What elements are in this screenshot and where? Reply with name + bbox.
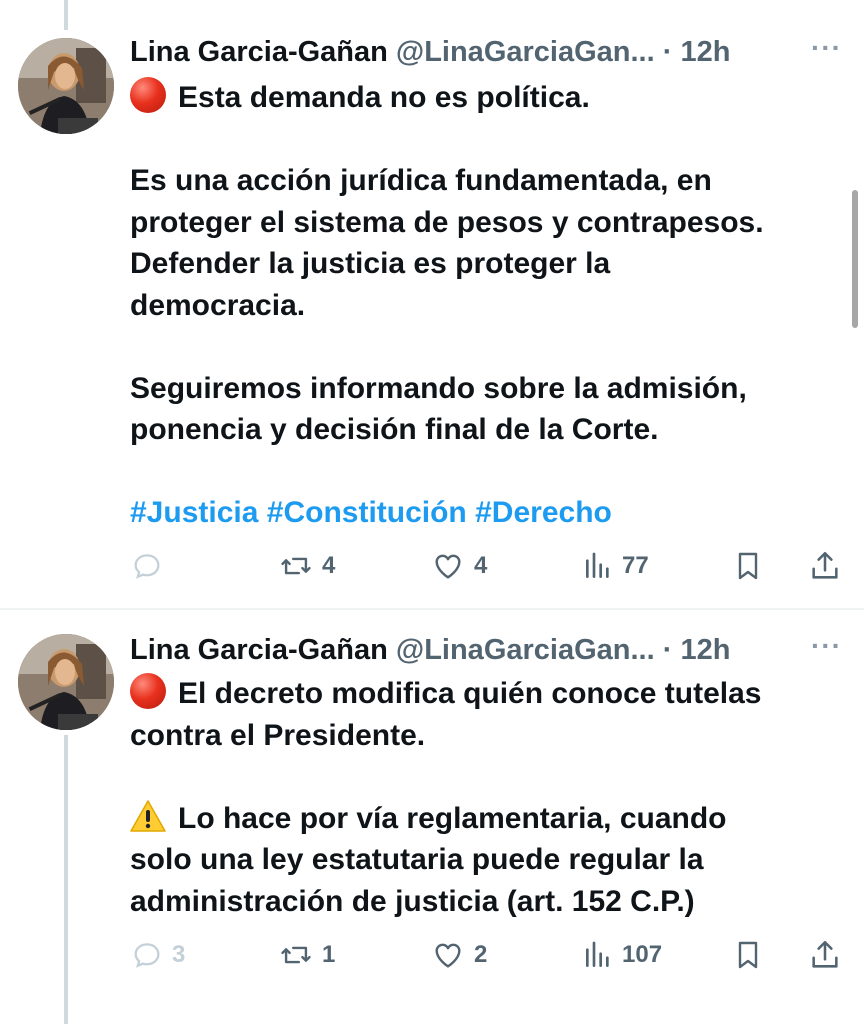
tweet[interactable]: Lina Garcia-Gañan @LinaGarciaGan... · 12… bbox=[0, 630, 864, 1024]
reply-count: 3 bbox=[172, 941, 186, 968]
tweet-line: administración de justicia (art. 152 C.P… bbox=[130, 884, 695, 918]
views-count: 107 bbox=[622, 941, 663, 968]
tweet-line: Lo hace por vía reglamentaria, cuando bbox=[178, 801, 727, 835]
repost-button[interactable]: 1 bbox=[278, 935, 335, 975]
author-handle[interactable]: @LinaGarciaGan... bbox=[396, 36, 655, 68]
bookmark-icon bbox=[738, 941, 758, 969]
heart-icon bbox=[435, 554, 461, 579]
views-chart-icon bbox=[586, 552, 609, 578]
views-button[interactable]: 107 bbox=[582, 935, 662, 975]
hashtag-link[interactable]: #Constitución bbox=[267, 496, 467, 529]
tweet-time[interactable]: 12h bbox=[680, 36, 730, 68]
tweet-header: Lina Garcia-Gañan @LinaGarciaGan... · 12… bbox=[130, 32, 864, 72]
reply-icon bbox=[134, 943, 160, 968]
avatar[interactable] bbox=[18, 634, 114, 730]
views-chart-icon bbox=[586, 941, 609, 967]
reply-button[interactable] bbox=[130, 546, 172, 586]
like-count: 2 bbox=[474, 941, 488, 968]
reply-button[interactable]: 3 bbox=[130, 935, 185, 975]
like-button[interactable]: 2 bbox=[430, 935, 487, 975]
author-name[interactable]: Lina Garcia-Gañan bbox=[130, 36, 388, 68]
tweet-line: Defender la justicia es proteger la bbox=[130, 247, 611, 280]
tweet-line: El decreto modifica quién conoce tutelas bbox=[178, 677, 762, 710]
like-count: 4 bbox=[474, 552, 488, 579]
tweet-line: democracia. bbox=[130, 288, 306, 322]
tweet-header: Lina Garcia-Gañan @LinaGarciaGan... · 12… bbox=[130, 630, 864, 670]
tweet-line: Esta demanda no es política. bbox=[178, 81, 590, 114]
tweet-time-separator: · bbox=[654, 36, 681, 68]
reply-icon bbox=[134, 554, 160, 579]
repost-icon bbox=[281, 557, 311, 575]
tweet-actions: 3 1 2 107 bbox=[130, 935, 846, 975]
views-button[interactable]: 77 bbox=[582, 546, 649, 586]
red-circle-emoji-icon bbox=[130, 673, 166, 709]
tweet-text: El decreto modifica quién conoce tutelas… bbox=[130, 673, 830, 922]
repost-count: 1 bbox=[322, 941, 336, 968]
hashtags: #Justicia #Constitución #Derecho bbox=[130, 492, 830, 534]
hashtag-link[interactable]: #Derecho bbox=[475, 496, 612, 529]
tweet[interactable]: Lina Garcia-Gañan @LinaGarciaGan... · 12… bbox=[0, 30, 864, 600]
tweet-line: solo una ley estatutaria puede regular l… bbox=[130, 843, 704, 876]
tweet-time-separator: · bbox=[654, 634, 681, 666]
views-count: 77 bbox=[622, 552, 649, 579]
repost-icon bbox=[281, 946, 311, 964]
repost-count: 4 bbox=[322, 552, 336, 579]
bookmark-icon bbox=[738, 552, 758, 580]
tweet-line: proteger el sistema de pesos y contrapes… bbox=[130, 205, 764, 239]
red-circle-emoji-icon bbox=[130, 77, 166, 113]
thread-line-top bbox=[64, 0, 68, 30]
author-name[interactable]: Lina Garcia-Gañan bbox=[130, 634, 388, 666]
tweet-line: Seguiremos informando sobre la admisión, bbox=[130, 371, 747, 405]
tweet-actions: 4 4 77 bbox=[130, 546, 846, 586]
tweet-time[interactable]: 12h bbox=[680, 634, 730, 666]
bookmark-button[interactable] bbox=[732, 935, 764, 975]
repost-button[interactable]: 4 bbox=[278, 546, 335, 586]
more-options-icon[interactable]: ··· bbox=[811, 630, 842, 662]
avatar[interactable] bbox=[18, 38, 114, 134]
tweet-line: contra el Presidente. bbox=[130, 718, 426, 752]
tweet-line: ponencia y decisión final de la Corte. bbox=[130, 413, 659, 446]
share-icon bbox=[812, 940, 838, 968]
like-button[interactable]: 4 bbox=[430, 546, 487, 586]
tweet-line: Es una acción jurídica fundamentada, en bbox=[130, 164, 712, 197]
bookmark-button[interactable] bbox=[732, 546, 764, 586]
heart-icon bbox=[435, 943, 461, 968]
hashtag-link[interactable]: #Justicia bbox=[130, 496, 258, 529]
share-button[interactable] bbox=[808, 546, 842, 586]
tweet-text: Esta demanda no es política. Es una acci… bbox=[130, 77, 830, 534]
author-handle[interactable]: @LinaGarciaGan... bbox=[396, 634, 655, 666]
share-button[interactable] bbox=[808, 935, 842, 975]
share-icon bbox=[812, 551, 838, 579]
tweet-divider bbox=[0, 608, 864, 610]
warning-emoji-icon bbox=[130, 799, 166, 832]
more-options-icon[interactable]: ··· bbox=[811, 32, 842, 64]
